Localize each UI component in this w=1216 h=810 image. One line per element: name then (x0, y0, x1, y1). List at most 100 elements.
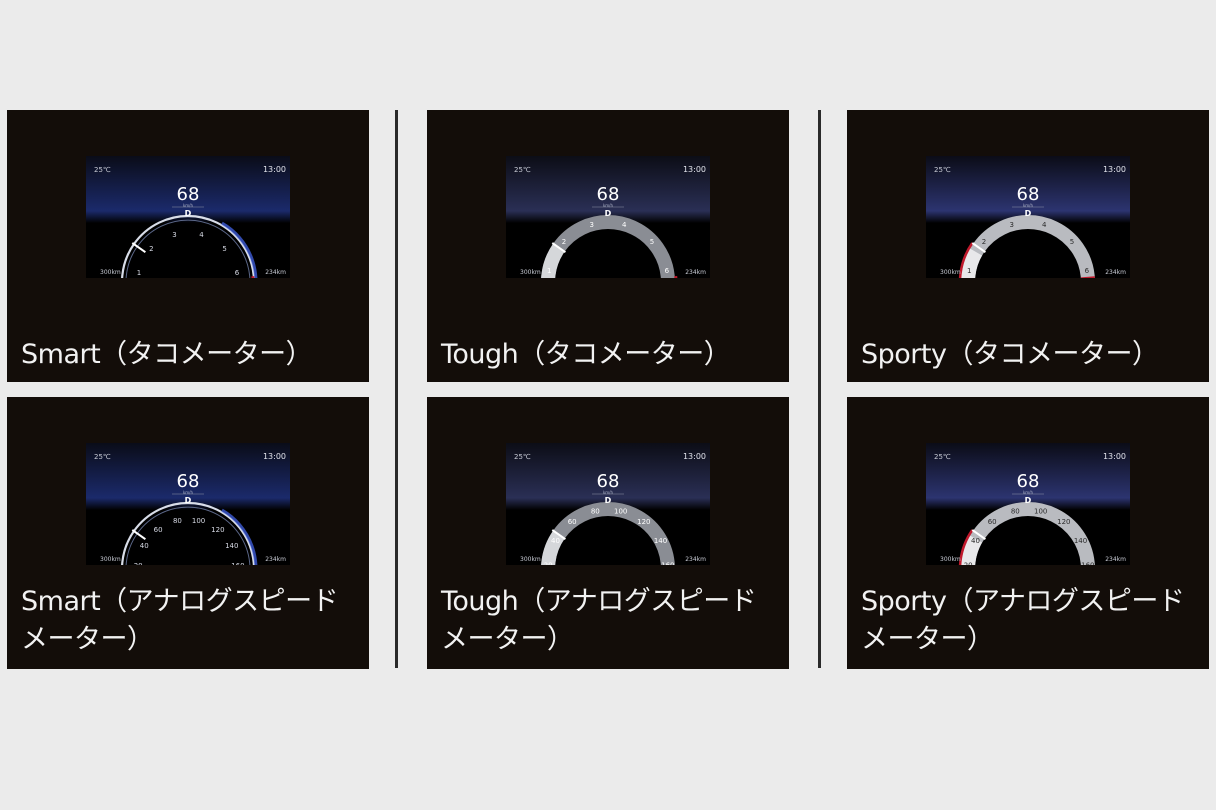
range-right: 234km (685, 556, 706, 563)
meter-display: 02040608010012014016018068km/hD25℃13:003… (926, 443, 1130, 565)
meter-card-smart-tacho: 0123456768km/hD25℃13:00300km234km Smart（… (7, 110, 369, 382)
meter-display: 02040608010012014016018068km/hD25℃13:003… (86, 443, 290, 565)
speed-unit: km/h (1023, 490, 1034, 495)
temperature-readout: 25℃ (934, 166, 951, 174)
scale-label: 120 (1057, 518, 1070, 526)
divider (395, 110, 398, 668)
scale-label: 120 (637, 518, 650, 526)
meter-card-tough-speedo: 02040608010012014016018068km/hD25℃13:003… (427, 397, 789, 669)
range-right: 234km (1105, 269, 1126, 276)
scale-label: 5 (650, 238, 654, 246)
meter-card-sporty-tacho: 0123456768km/hD25℃13:00300km234km Sporty… (847, 110, 1209, 382)
scale-label: 80 (591, 507, 600, 515)
gear-indicator: D (185, 209, 192, 218)
temperature-readout: 25℃ (94, 166, 111, 174)
speed-value: 68 (1017, 471, 1040, 492)
range-right: 234km (265, 556, 286, 563)
meter-card-smart-speedo: 02040608010012014016018068km/hD25℃13:003… (7, 397, 369, 669)
divider (818, 110, 821, 668)
speed-unit: km/h (603, 203, 614, 208)
speed-unit: km/h (183, 490, 194, 495)
meter-display: 0123456768km/hD25℃13:00300km234km (926, 156, 1130, 278)
clock-readout: 13:00 (1103, 452, 1126, 461)
gear-indicator: D (1025, 209, 1032, 218)
gear-indicator: D (605, 209, 612, 218)
clock-readout: 13:00 (1103, 165, 1126, 174)
meter-card-sporty-speedo: 02040608010012014016018068km/hD25℃13:003… (847, 397, 1209, 669)
scale-label: 40 (971, 537, 980, 545)
range-left: 300km (100, 556, 121, 563)
speed-unit: km/h (183, 203, 194, 208)
scale-label: 60 (988, 518, 997, 526)
range-right: 234km (265, 269, 286, 276)
scale-label: 160 (1081, 561, 1094, 565)
scale-label: 4 (199, 231, 204, 239)
scale-label: 100 (1034, 507, 1047, 515)
card-caption: Smart（アナログスピードメーター） (21, 586, 339, 655)
scale-label: 6 (1085, 267, 1090, 275)
scale-label: 6 (665, 267, 670, 275)
range-left: 300km (940, 269, 961, 276)
meter-display: 0123456768km/hD25℃13:00300km234km (506, 156, 710, 278)
speed-value: 68 (177, 184, 200, 205)
speed-unit: km/h (603, 490, 614, 495)
gear-indicator: D (1025, 496, 1032, 505)
scale-label: 100 (192, 517, 205, 525)
scale-label: 40 (551, 537, 560, 545)
scale-label: 4 (1042, 221, 1047, 229)
scale-label: 60 (568, 518, 577, 526)
gear-indicator: D (185, 496, 192, 505)
card-caption: Smart（タコメーター） (21, 339, 313, 370)
meter-card-tough-tacho: 0123456768km/hD25℃13:00300km234km Tough（… (427, 110, 789, 382)
range-left: 300km (520, 269, 541, 276)
speed-value: 68 (597, 184, 620, 205)
scale-label: 20 (964, 561, 973, 565)
scale-label: 3 (172, 231, 176, 239)
clock-readout: 13:00 (683, 452, 706, 461)
speed-value: 68 (597, 471, 620, 492)
speed-value: 68 (177, 471, 200, 492)
card-caption: Tough（タコメーター） (441, 339, 731, 370)
scale-label: 4 (622, 221, 627, 229)
scale-label: 2 (149, 245, 153, 253)
scale-label: 140 (225, 542, 238, 550)
scale-label: 40 (140, 542, 149, 550)
scale-label: 2 (982, 238, 986, 246)
scale-label: 3 (1010, 221, 1014, 229)
clock-readout: 13:00 (263, 452, 286, 461)
temperature-readout: 25℃ (94, 453, 111, 461)
scale-label: 80 (1011, 507, 1020, 515)
scale-label: 160 (661, 561, 674, 565)
clock-readout: 13:00 (683, 165, 706, 174)
scale-label: 5 (1070, 238, 1074, 246)
speed-value: 68 (1017, 184, 1040, 205)
scale-label: 160 (231, 562, 244, 565)
scale-label: 6 (235, 269, 240, 277)
temperature-readout: 25℃ (514, 453, 531, 461)
range-left: 300km (940, 556, 961, 563)
range-left: 300km (520, 556, 541, 563)
card-caption: Sporty（アナログスピードメーター） (861, 586, 1185, 655)
meter-display: 02040608010012014016018068km/hD25℃13:003… (506, 443, 710, 565)
scale-label: 80 (173, 517, 182, 525)
scale-label: 60 (154, 526, 163, 534)
scale-label: 20 (544, 561, 553, 565)
scale-label: 3 (590, 221, 594, 229)
range-left: 300km (100, 269, 121, 276)
range-right: 234km (685, 269, 706, 276)
scale-label: 20 (134, 562, 143, 565)
scale-label: 140 (1074, 537, 1087, 545)
clock-readout: 13:00 (263, 165, 286, 174)
scale-label: 100 (614, 507, 627, 515)
scale-label: 1 (967, 267, 971, 275)
scale-label: 120 (211, 526, 224, 534)
scale-label: 2 (562, 238, 566, 246)
scale-label: 5 (222, 245, 226, 253)
card-caption: Tough（アナログスピードメーター） (441, 586, 757, 655)
temperature-readout: 25℃ (514, 166, 531, 174)
card-caption: Sporty（タコメーター） (861, 339, 1159, 370)
range-right: 234km (1105, 556, 1126, 563)
speed-unit: km/h (1023, 203, 1034, 208)
scale-label: 140 (654, 537, 667, 545)
scale-label: 1 (547, 267, 551, 275)
